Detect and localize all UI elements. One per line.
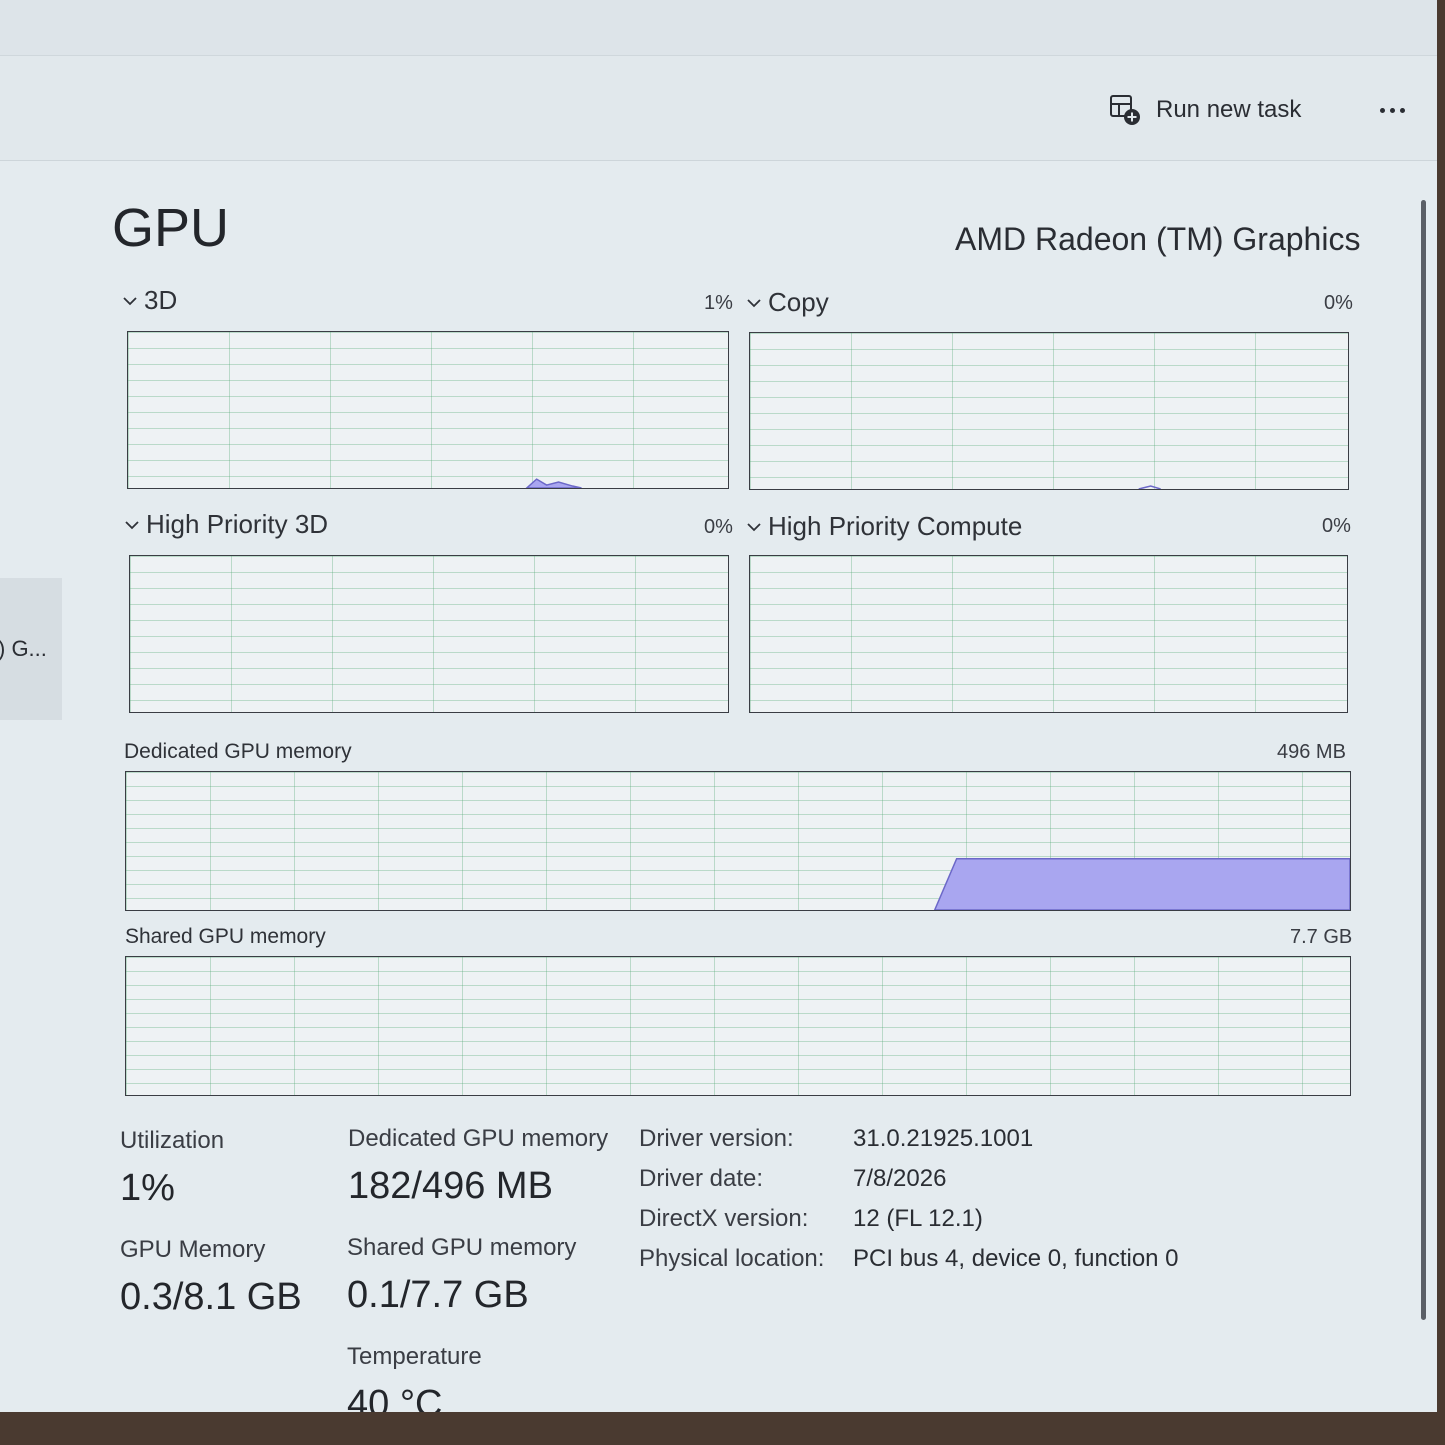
driver-version-key: Driver version:: [639, 1125, 794, 1152]
engine-graph-3d: [127, 331, 729, 489]
engine-label: High Priority Compute: [768, 511, 1023, 541]
chevron-down-icon: [747, 298, 761, 307]
engine-percent: 0%: [1324, 292, 1353, 314]
physical-location-value: PCI bus 4, device 0, function 0: [853, 1245, 1179, 1272]
engine-graph-high-priority-compute: [749, 555, 1348, 713]
toolbar: Run new task: [0, 56, 1437, 161]
more-dot-icon: [1399, 107, 1405, 113]
shared-memory-value: 0.1/7.7 GB: [347, 1274, 529, 1316]
directx-version-value: 12 (FL 12.1): [853, 1205, 983, 1232]
memory-area: [933, 858, 1350, 910]
memory-graph-plot: [933, 858, 1350, 910]
dedicated-memory-graph: [125, 771, 1351, 911]
engine-selector-high-priority-3d[interactable]: High Priority 3D: [124, 509, 328, 540]
chevron-down-icon: [123, 296, 137, 305]
more-dot-icon: [1389, 107, 1395, 113]
shared-memory-graph-label: Shared GPU memory: [125, 925, 326, 948]
vertical-scrollbar[interactable]: [1421, 200, 1426, 1320]
dedicated-memory-graph-label: Dedicated GPU memory: [124, 740, 352, 763]
chevron-down-icon: [125, 520, 139, 529]
temperature-label: Temperature: [347, 1343, 482, 1370]
engine-selector-copy[interactable]: Copy: [746, 287, 829, 318]
more-options-button[interactable]: [1368, 90, 1416, 130]
engine-graph-high-priority-3d: [129, 555, 729, 713]
physical-location-key: Physical location:: [639, 1245, 825, 1272]
driver-version-value: 31.0.21925.1001: [853, 1125, 1034, 1152]
device-name: AMD Radeon (TM) Graphics: [955, 221, 1361, 257]
usage-graph-plot: [525, 478, 582, 488]
run-new-task-label: Run new task: [1156, 96, 1302, 123]
title-bar: [0, 0, 1437, 56]
dedicated-memory-label: Dedicated GPU memory: [348, 1125, 609, 1152]
page-title: GPU: [112, 198, 230, 258]
dedicated-memory-value: 182/496 MB: [348, 1165, 553, 1207]
chevron-down-icon: [747, 522, 761, 531]
more-dot-icon: [1379, 107, 1385, 113]
utilization-label: Utilization: [120, 1127, 225, 1154]
usage-area: [525, 478, 582, 488]
gpu-memory-label: GPU Memory: [120, 1236, 266, 1263]
engine-label: Copy: [768, 287, 829, 317]
engine-graph-copy: [749, 332, 1349, 490]
directx-version-key: DirectX version:: [639, 1205, 809, 1232]
engine-selector-3d[interactable]: 3D: [122, 285, 177, 316]
engine-selector-high-priority-compute[interactable]: High Priority Compute: [746, 511, 1022, 542]
engine-label: 3D: [144, 285, 178, 315]
usage-graph-plot: [1138, 485, 1161, 489]
shared-memory-graph-max: 7.7 GB: [1290, 926, 1353, 948]
engine-percent: 0%: [1322, 515, 1351, 537]
shared-memory-graph: [125, 956, 1351, 1096]
driver-date-key: Driver date:: [639, 1165, 764, 1192]
engine-label: High Priority 3D: [146, 509, 329, 539]
run-new-task-button[interactable]: Run new task: [1108, 90, 1301, 130]
gpu-performance-panel: GPU AMD Radeon (TM) Graphics 3D 1% Copy …: [0, 161, 1437, 1412]
usage-line: [1138, 485, 1161, 489]
run-task-icon: [1110, 95, 1140, 125]
shared-memory-label: Shared GPU memory: [347, 1234, 577, 1261]
driver-date-value: 7/8/2026: [853, 1165, 947, 1192]
task-manager-window: Run new task ) G... GPU AMD Radeon (TM) …: [0, 0, 1437, 1412]
dedicated-memory-graph-max: 496 MB: [1277, 741, 1346, 763]
gpu-memory-value: 0.3/8.1 GB: [120, 1276, 302, 1318]
engine-percent: 1%: [704, 292, 733, 314]
engine-percent: 0%: [704, 516, 733, 538]
temperature-value: 40 °C: [347, 1383, 443, 1412]
utilization-value: 1%: [120, 1167, 175, 1209]
